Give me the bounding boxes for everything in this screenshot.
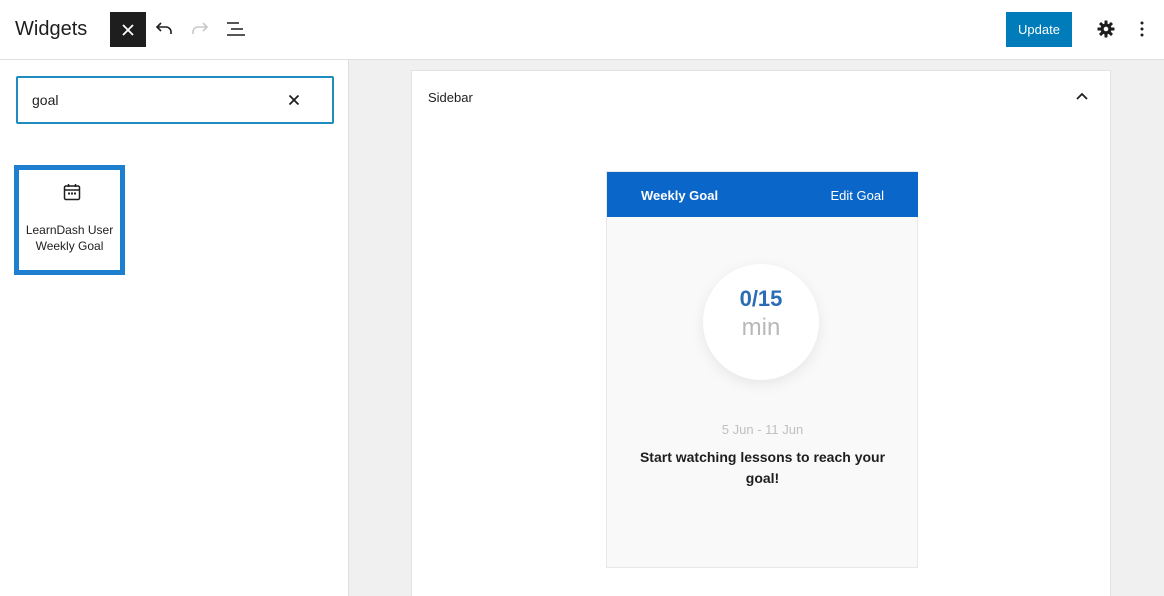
weekly-goal-title: Weekly Goal bbox=[641, 188, 719, 203]
goal-message: Start watching lessons to reach your goa… bbox=[639, 449, 886, 486]
weekly-goal-header: Weekly Goal Edit Goal bbox=[607, 172, 918, 217]
block-search-input[interactable] bbox=[32, 90, 282, 110]
weekly-goal-widget[interactable]: Weekly Goal Edit Goal 0/15 min 5 Jun - 1… bbox=[606, 171, 918, 568]
list-view-button[interactable] bbox=[224, 16, 248, 42]
block-result-label: LearnDash User Weekly Goal bbox=[25, 223, 114, 253]
widget-area-sidebar: Sidebar Weekly Goal Edit Goal 0/15 min 5… bbox=[411, 70, 1111, 596]
close-icon bbox=[122, 23, 134, 36]
goal-progress-unit: min bbox=[741, 314, 781, 341]
goal-progress-circle: 0/15 min bbox=[703, 264, 819, 380]
options-button[interactable] bbox=[1130, 16, 1154, 42]
close-icon bbox=[288, 94, 300, 106]
chevron-up-icon bbox=[1076, 92, 1088, 100]
redo-button[interactable] bbox=[188, 16, 212, 42]
update-button[interactable]: Update bbox=[1006, 12, 1072, 47]
block-search-box bbox=[16, 76, 334, 124]
block-result-learndash-weekly-goal[interactable]: LearnDash User Weekly Goal bbox=[14, 165, 125, 275]
edit-goal-link[interactable]: Edit Goal bbox=[831, 188, 884, 203]
undo-button[interactable] bbox=[152, 16, 176, 42]
editor-header: Widgets Update bbox=[0, 0, 1164, 60]
more-vertical-icon bbox=[1140, 21, 1144, 37]
gear-icon bbox=[1097, 20, 1115, 38]
block-inserter-panel: LearnDash User Weekly Goal bbox=[0, 60, 349, 596]
undo-icon bbox=[155, 22, 172, 34]
page-title: Widgets bbox=[15, 18, 88, 40]
close-inserter-button[interactable] bbox=[110, 12, 146, 47]
collapse-area-button[interactable] bbox=[1072, 87, 1092, 105]
calendar-icon bbox=[63, 184, 81, 201]
clear-search-button[interactable] bbox=[286, 92, 302, 108]
settings-button[interactable] bbox=[1094, 16, 1118, 42]
goal-progress-value: 0/15 bbox=[739, 286, 783, 311]
redo-icon bbox=[192, 22, 209, 34]
widget-area-title: Sidebar bbox=[428, 90, 473, 105]
list-view-icon bbox=[227, 22, 245, 36]
goal-date-range: 5 Jun - 11 Jun bbox=[721, 422, 804, 437]
